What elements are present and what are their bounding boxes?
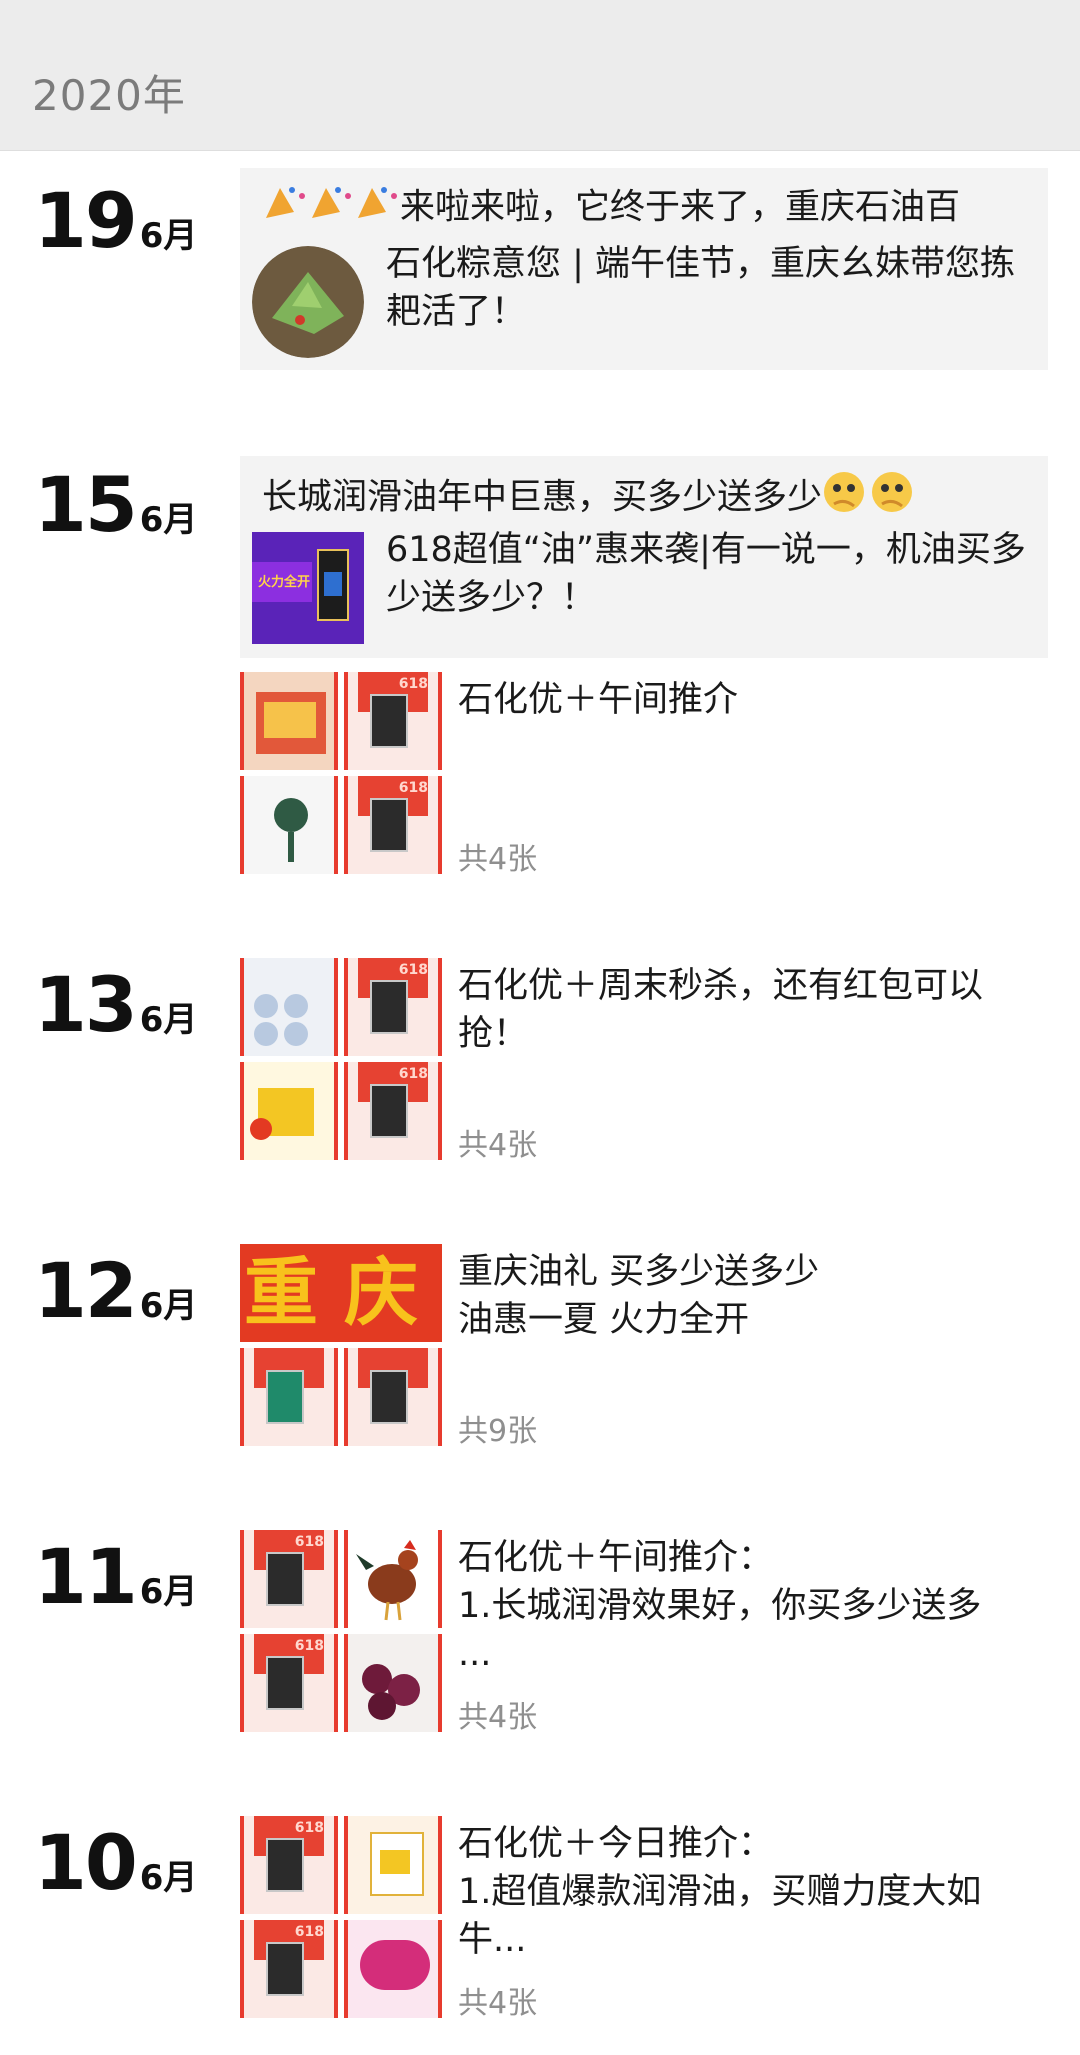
year-header: 2020年 <box>0 0 1080 151</box>
entry-day: 15 <box>34 460 138 549</box>
entry-date: 15 6月 <box>34 460 197 549</box>
svg-text:火力全开: 火力全开 <box>258 574 310 589</box>
post-text[interactable]: 石化优＋午间推介 <box>458 676 1048 724</box>
article-title: 来啦来啦，它终于来了，重庆石油百 <box>262 182 1028 235</box>
product-image: 重 庆 <box>240 1244 442 1342</box>
article-subtitle: 618超值“油”惠来袭|有一说一，机油买多少送多少？！ <box>386 530 1026 618</box>
product-image <box>240 776 338 874</box>
product-image: 618 <box>344 1062 442 1160</box>
tile-618-label: 618 <box>398 962 428 978</box>
entry-month: 6月 <box>139 1000 198 1040</box>
tile-618-label: 618 <box>398 780 428 796</box>
tile-618-label: 618 <box>294 1924 324 1940</box>
entry-month: 6月 <box>139 1858 198 1898</box>
product-image <box>344 1816 442 1914</box>
post-text[interactable]: 石化优＋午间推介： 1.长城润滑效果好，你买多少送多 ... <box>458 1534 1048 1678</box>
post-text[interactable]: 石化优＋周末秒杀，还有红包可以抢！ <box>458 962 1048 1058</box>
tile-618-label: 618 <box>294 1534 324 1550</box>
product-image: 618 <box>344 958 442 1056</box>
post-image-grid[interactable]: 重 庆 <box>240 1244 442 1446</box>
entry-month: 6月 <box>139 1572 198 1612</box>
product-image <box>240 1062 338 1160</box>
tile-618-label: 618 <box>294 1638 324 1654</box>
post-text-line: 油惠一夏 火力全开 <box>458 1300 750 1340</box>
product-image: 618 <box>344 672 442 770</box>
entry-date: 11 6月 <box>34 1532 197 1621</box>
image-count: 共4张 <box>458 1128 538 1163</box>
article-subtitle: 石化粽意您 | 端午佳节，重庆幺妹带您拣耙活了！ <box>386 244 1016 332</box>
post-image-grid[interactable]: 618 618 <box>240 958 442 1160</box>
image-count: 共9张 <box>458 1414 538 1449</box>
product-image: 618 <box>240 1816 338 1914</box>
post-text[interactable]: 石化优＋今日推介： 1.超值爆款润滑油，买赠力度大如 牛... <box>458 1820 1048 1964</box>
article-card[interactable]: 来啦来啦，它终于来了，重庆石油百 石化粽意您 | 端午佳节，重庆幺妹带您拣耙活了… <box>240 168 1048 370</box>
post-text-line: 牛... <box>458 1920 527 1960</box>
entry-day: 12 <box>34 1246 138 1335</box>
article-title-text: 来啦来啦，它终于来了，重庆石油百 <box>400 187 961 228</box>
tile-618-label: 618 <box>294 1820 324 1836</box>
post-text[interactable]: 重庆油礼 买多少送多少 油惠一夏 火力全开 <box>458 1248 1048 1344</box>
post-image-grid[interactable]: 618 618 <box>240 672 442 874</box>
entry-date: 12 6月 <box>34 1246 197 1335</box>
entry-date: 19 6月 <box>34 176 197 265</box>
post-text-line: 重庆油礼 买多少送多少 <box>458 1252 820 1292</box>
promo-thumbnail: 火力全开 <box>252 532 364 644</box>
article-title: 长城润滑油年中巨惠，买多少送多少 <box>262 470 1028 527</box>
product-image <box>344 1634 442 1732</box>
entry-day: 11 <box>34 1532 138 1621</box>
product-image <box>240 958 338 1056</box>
product-image <box>240 672 338 770</box>
post-image-grid[interactable]: 618 618 <box>240 1530 442 1732</box>
entry-month: 6月 <box>139 216 198 256</box>
post-text-line: 石化优＋今日推介： <box>458 1824 774 1864</box>
chongqing-banner: 重 庆 <box>240 1244 442 1342</box>
post-text-line: 1.长城润滑效果好，你买多少送多 <box>458 1586 982 1626</box>
product-image <box>344 1348 442 1446</box>
product-image: 618 <box>240 1634 338 1732</box>
tile-618-label: 618 <box>398 1066 428 1082</box>
thinking-face-icon <box>822 470 918 527</box>
party-popper-icon <box>262 182 400 235</box>
post-text-line: ... <box>458 1634 492 1674</box>
product-image: 618 <box>344 776 442 874</box>
entry-day: 10 <box>34 1818 138 1907</box>
entry-month: 6月 <box>139 500 198 540</box>
entry-date: 10 6月 <box>34 1818 197 1907</box>
year-label: 2020年 <box>32 71 186 120</box>
post-text-line: 石化优＋午间推介： <box>458 1538 774 1578</box>
entry-day: 19 <box>34 176 138 265</box>
tile-618-label: 618 <box>398 676 428 692</box>
article-title-text: 长城润滑油年中巨惠，买多少送多少 <box>262 477 823 518</box>
product-image: 618 <box>240 1530 338 1628</box>
article-card[interactable]: 长城润滑油年中巨惠，买多少送多少 火力全开 618超值“油”惠来袭|有一说一，机… <box>240 456 1048 658</box>
banner-char: 庆 <box>344 1250 418 1336</box>
entry-date: 13 6月 <box>34 960 197 1049</box>
product-image <box>240 1348 338 1446</box>
product-image <box>344 1920 442 2018</box>
banner-char: 重 <box>244 1250 318 1336</box>
product-image: 618 <box>240 1920 338 2018</box>
product-image <box>344 1530 442 1628</box>
zongzi-thumbnail <box>252 246 364 358</box>
image-count: 共4张 <box>458 842 538 877</box>
image-count: 共4张 <box>458 1700 538 1735</box>
entry-day: 13 <box>34 960 138 1049</box>
rooster-icon <box>356 1540 418 1621</box>
post-image-grid[interactable]: 618 618 <box>240 1816 442 2018</box>
entry-month: 6月 <box>139 1286 198 1326</box>
image-count: 共4张 <box>458 1986 538 2021</box>
post-text-line: 1.超值爆款润滑油，买赠力度大如 <box>458 1872 982 1912</box>
